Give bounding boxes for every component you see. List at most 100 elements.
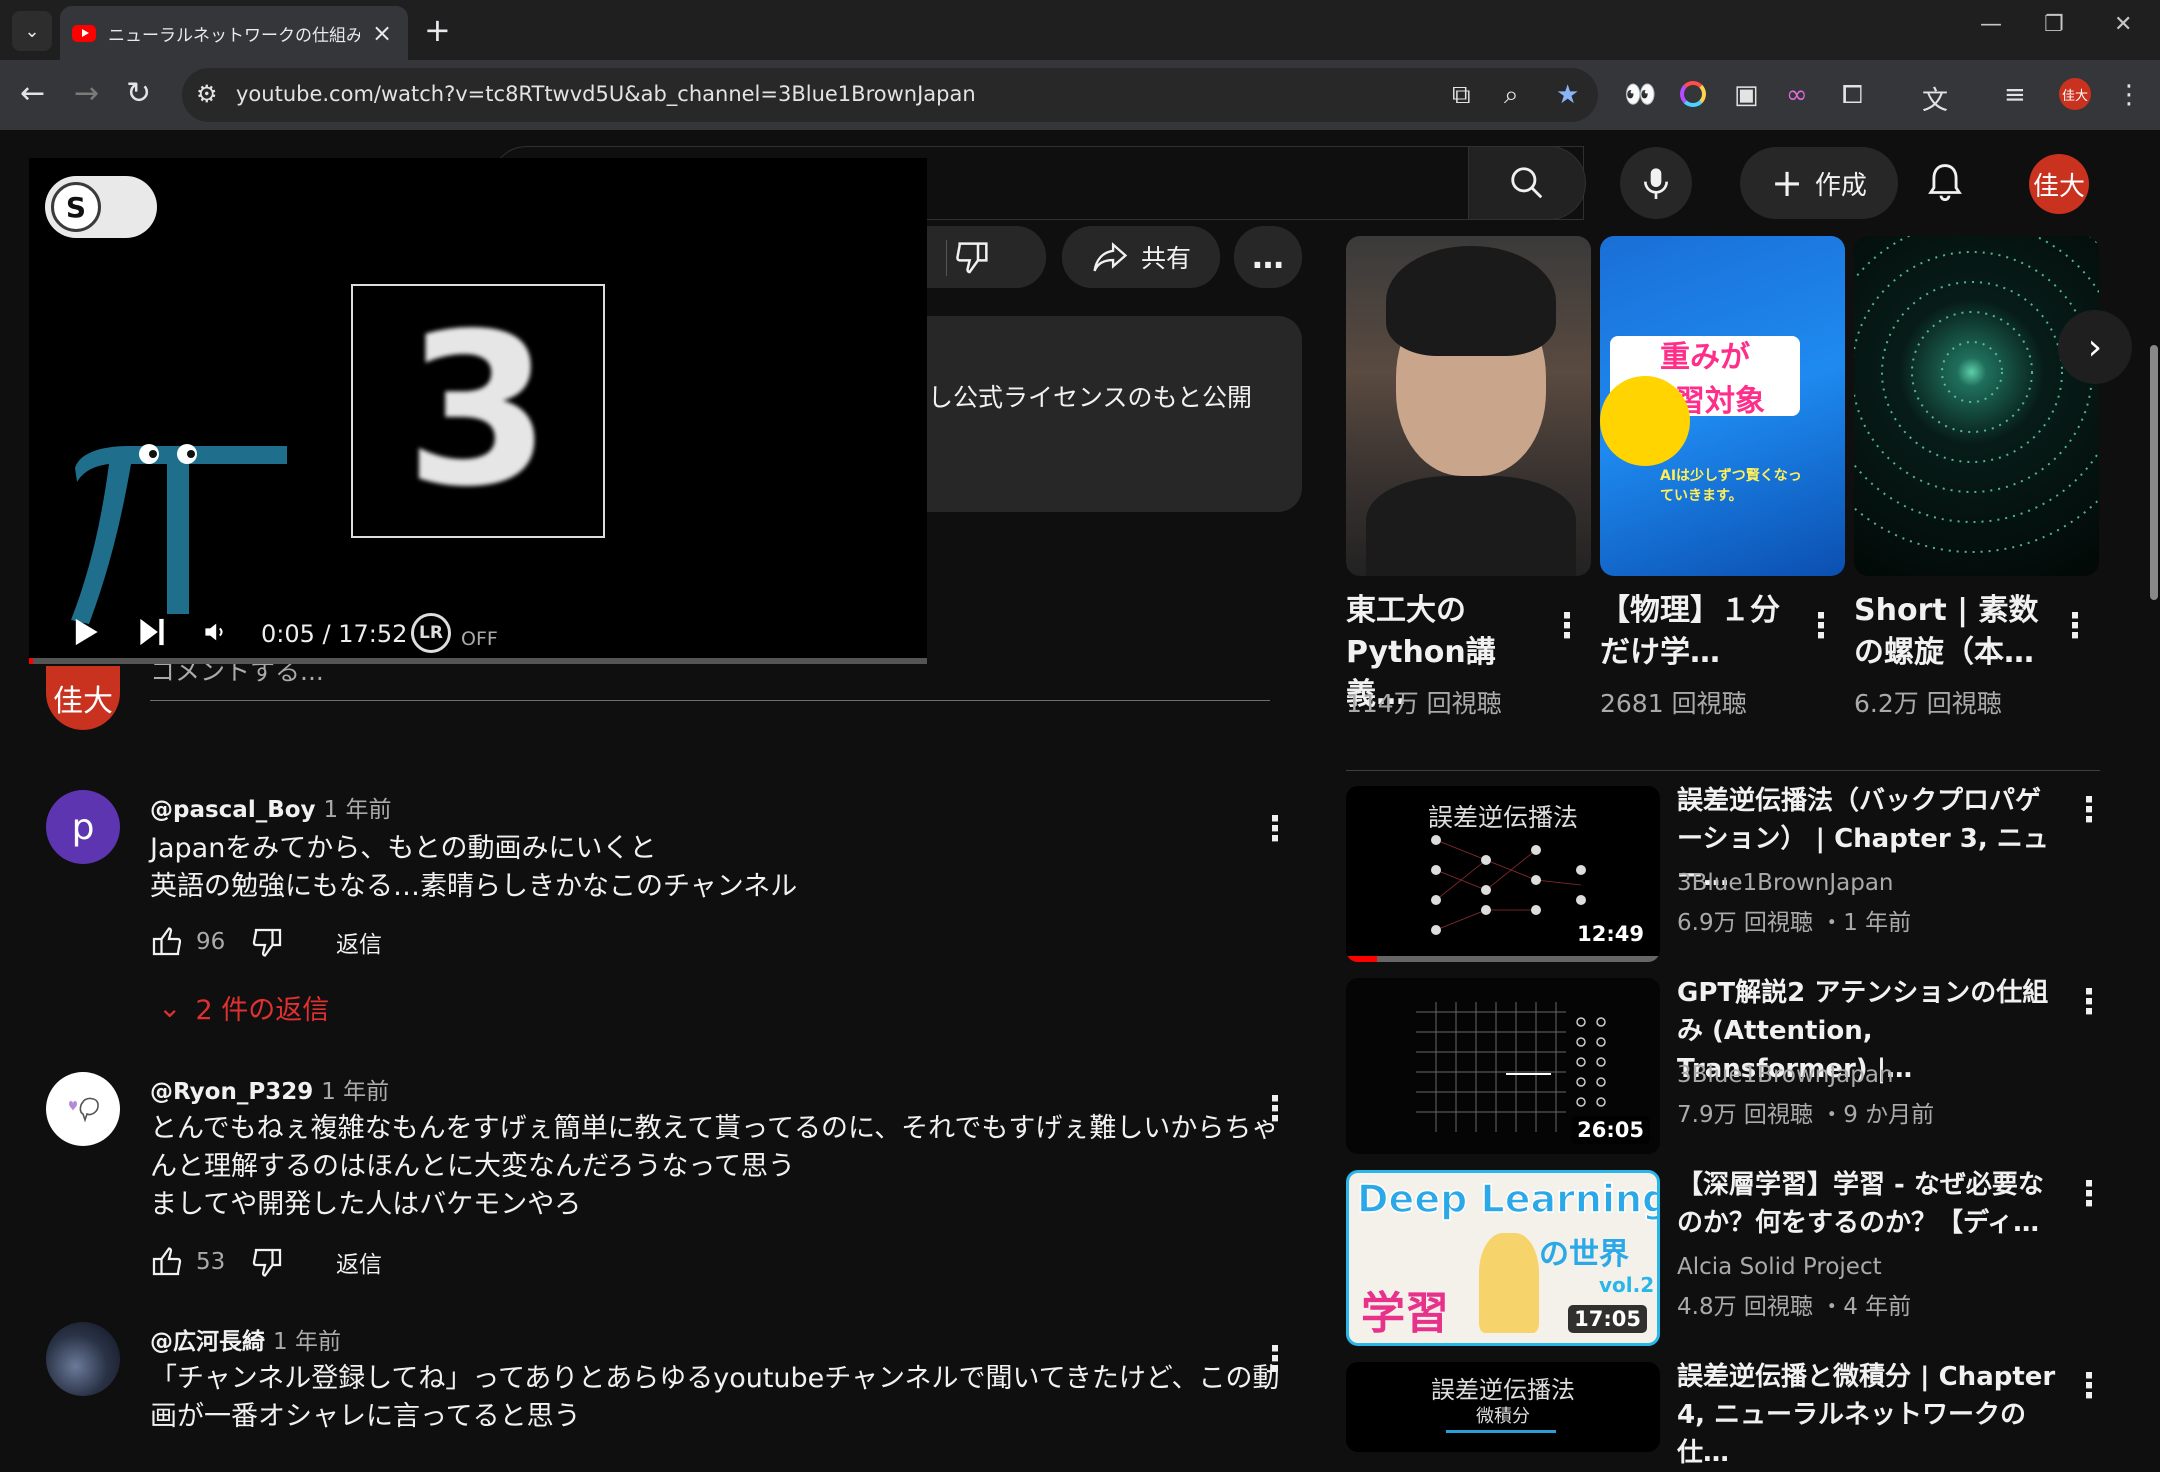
thumb-text: の世界 (1539, 1237, 1629, 1272)
comment-actions: 96 返信 (148, 924, 382, 960)
short-title[interactable]: 【物理】１分だけ学… (1600, 590, 1795, 674)
video-channel[interactable]: Alcia Solid Project (1677, 1254, 1882, 1280)
thumbs-up-icon[interactable] (148, 1244, 184, 1280)
shorts-next-button[interactable]: › (2058, 310, 2132, 384)
short-thumbnail[interactable] (1854, 236, 2099, 576)
thumb-text: 学習 (1361, 1288, 1449, 1339)
next-icon[interactable] (137, 616, 167, 648)
thumbs-down-icon (956, 242, 988, 274)
short-menu-icon[interactable]: ⋮ (1550, 606, 1584, 646)
video-menu-icon[interactable]: ⋮ (2072, 1366, 2106, 1406)
lr-extension-button[interactable]: LR (411, 613, 451, 653)
extension-reader-icon[interactable]: ▣ (1734, 80, 1759, 110)
short-title[interactable]: Short | 素数の螺旋（本… (1854, 590, 2049, 674)
extension-toggle[interactable]: S (45, 176, 157, 238)
description-box[interactable] (900, 316, 1302, 512)
short-menu-icon[interactable]: ⋮ (2058, 606, 2092, 646)
window-close-icon[interactable]: ✕ (2114, 12, 2132, 37)
create-button[interactable]: + 作成 (1740, 147, 1898, 219)
comment-header: @pascal_Boy 1 年前 (150, 790, 392, 824)
translate-icon[interactable]: 文 (1922, 80, 1948, 117)
browser-profile-avatar[interactable]: 佳大 (2059, 78, 2091, 110)
video-menu-icon[interactable]: ⋮ (2072, 982, 2106, 1022)
short-views: 2681 回視聴 (1600, 689, 1747, 718)
video-channel[interactable]: 3Blue1BrownJapan (1677, 1062, 1894, 1088)
site-info-icon[interactable]: ⚙ (196, 80, 218, 108)
comment-time[interactable]: 1 年前 (324, 797, 392, 823)
extension-link-icon[interactable]: ∞ (1786, 80, 1808, 110)
new-tab-button[interactable]: + (424, 10, 451, 50)
thumbs-down-icon[interactable] (250, 1244, 286, 1280)
play-icon[interactable] (71, 616, 101, 648)
voice-search-button[interactable] (1620, 147, 1692, 219)
close-icon[interactable]: × (372, 19, 392, 47)
replies-toggle[interactable]: ⌄ 2 件の返信 (158, 988, 329, 1027)
comment-avatar[interactable] (46, 1322, 120, 1396)
video-menu-icon[interactable]: ⋮ (2072, 790, 2106, 830)
extension-eyes-icon[interactable]: 👀 (1624, 80, 1656, 110)
plus-icon: + (1771, 161, 1803, 205)
video-duration: 17:05 (1568, 1305, 1647, 1333)
extension-color-icon[interactable] (1680, 81, 1706, 107)
video-thumbnail[interactable]: 誤差逆伝播法 微積分 (1346, 1362, 1660, 1452)
address-bar[interactable]: ⚙ youtube.com/watch?v=tc8RTtwvd5U&ab_cha… (182, 68, 1598, 122)
mini-player[interactable]: S 3 0:05 / 17:52 LR OFF (29, 158, 927, 664)
comment-time[interactable]: 1 年前 (321, 1079, 389, 1105)
browser-menu-icon[interactable]: ⋮ (2116, 80, 2142, 110)
short-menu-icon[interactable]: ⋮ (1804, 606, 1838, 646)
tab-search-button[interactable]: ⌄ (12, 11, 52, 51)
comment-menu-icon[interactable]: ⋮ (1258, 1092, 1292, 1126)
extensions-puzzle-icon[interactable]: ⧠ (1842, 80, 1863, 111)
notifications-button[interactable] (1926, 160, 1964, 210)
video-menu-icon[interactable]: ⋮ (2072, 1174, 2106, 1214)
comment-author[interactable]: @Ryon_P329 (150, 1079, 313, 1105)
player-progress-fill (29, 658, 34, 664)
share-button[interactable]: 共有 (1062, 226, 1220, 288)
media-control-icon[interactable]: ≡ (2004, 80, 2026, 110)
url-text[interactable]: youtube.com/watch?v=tc8RTtwvd5U&ab_chann… (236, 82, 976, 106)
browser-tab-active[interactable]: ニューラルネットワークの仕組み | Cha × (60, 6, 408, 60)
comment-avatar[interactable]: p (46, 790, 120, 864)
minimize-icon[interactable]: — (1980, 12, 2002, 37)
thumb-vol: vol.2 (1599, 1273, 1655, 1297)
scrollbar-thumb[interactable] (2150, 345, 2158, 600)
video-thumbnail[interactable]: 26:05 (1346, 978, 1660, 1154)
thumbs-down-icon[interactable] (250, 924, 286, 960)
back-icon[interactable]: ← (20, 74, 45, 114)
bell-icon (1928, 164, 1962, 202)
network-diagram-icon (1431, 835, 1586, 935)
volume-icon[interactable] (203, 620, 227, 644)
video-thumbnail[interactable]: 誤差逆伝播法 12:49 (1346, 786, 1660, 962)
video-title[interactable]: 【深層学習】学習 - なぜ必要なのか？何をするのか？【ディ… (1677, 1166, 2057, 1242)
comment-author[interactable]: @pascal_Boy (150, 797, 316, 823)
video-thumbnail[interactable]: Deep Learning の世界 学習 vol.2 17:05 (1346, 1170, 1660, 1346)
forward-icon[interactable]: → (74, 74, 99, 114)
comment-author[interactable]: @広河長綺 (150, 1329, 265, 1355)
comment-time[interactable]: 1 年前 (273, 1329, 341, 1355)
restore-icon[interactable]: ❐ (2044, 12, 2064, 37)
reply-button[interactable]: 返信 (336, 1245, 382, 1279)
comment-menu-icon[interactable]: ⋮ (1258, 812, 1292, 846)
comment-menu-icon[interactable]: ⋮ (1258, 1342, 1292, 1376)
open-in-app-icon[interactable]: ⧉ (1452, 80, 1471, 111)
zoom-icon[interactable]: ⌕ (1504, 80, 1519, 111)
player-progress-bar[interactable] (29, 658, 927, 664)
comment-avatar[interactable] (46, 1072, 120, 1146)
pi-character-icon (71, 446, 287, 624)
my-avatar: 佳大 (46, 666, 120, 730)
video-title[interactable]: 誤差逆伝播と微積分 | Chapter 4, ニューラルネットワークの仕… (1677, 1358, 2057, 1472)
account-avatar[interactable]: 佳大 (2029, 154, 2089, 214)
page-scrollbar[interactable] (2148, 134, 2160, 1440)
reload-icon[interactable]: ↻ (126, 74, 151, 114)
short-thumbnail[interactable]: 重みが 学習対象 AIは少しずつ賢くなっていきます。 (1600, 236, 1845, 576)
bookmark-star-icon[interactable]: ★ (1556, 80, 1579, 110)
short-thumbnail[interactable] (1346, 236, 1591, 576)
more-actions-button[interactable]: … (1234, 226, 1302, 288)
thumb-sub: 微積分 (1476, 1406, 1530, 1427)
video-channel[interactable]: 3Blue1BrownJapan (1677, 870, 1894, 896)
reply-button[interactable]: 返信 (336, 925, 382, 959)
search-button[interactable] (1468, 146, 1586, 220)
video-meta: 4.8万 回視聴 ・4 年前 (1677, 1294, 1912, 1320)
brain-heart-icon (69, 1097, 99, 1123)
thumbs-up-icon[interactable] (148, 924, 184, 960)
